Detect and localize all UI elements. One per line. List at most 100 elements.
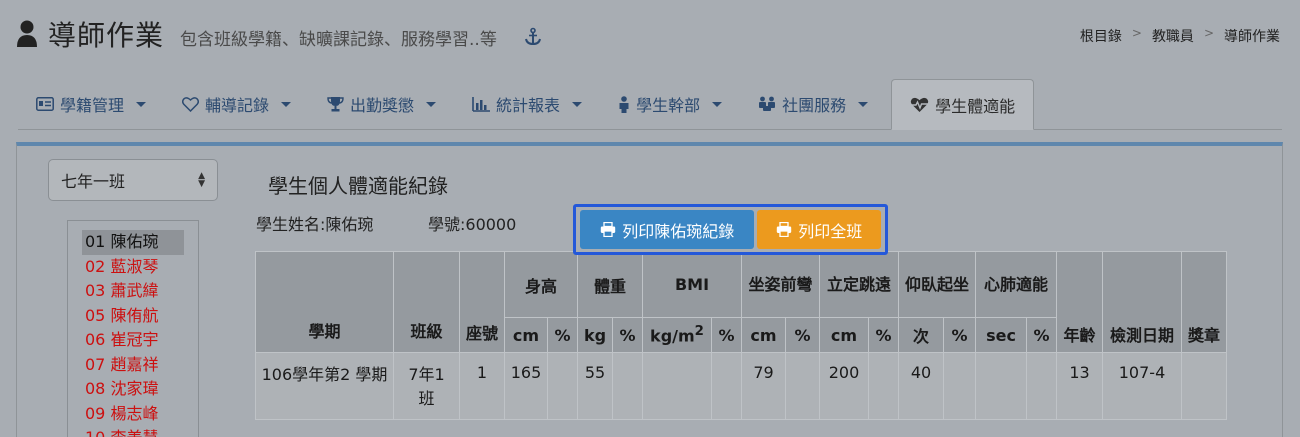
cell-bmi [642,352,712,420]
class-select[interactable]: 七年一班 ▲ ▼ [48,159,218,201]
unit-percent: % [1026,317,1057,353]
table-row: 106學年第2 學期 7年1班 1 165 55 79 200 40 13 10… [255,352,1227,420]
cell-height: 165 [504,352,548,420]
breadcrumb-root[interactable]: 根目錄 [1080,26,1122,46]
tab-label: 學籍管理 [60,96,125,115]
unit-percent: % [711,317,742,353]
unit-bmi-base: kg/m [650,326,695,346]
col-bmi: BMI [642,251,742,318]
class-select-value: 七年一班 [61,172,126,191]
col-seat: 座號 [459,251,505,353]
caret-down-icon [858,101,869,107]
cell-age: 13 [1056,352,1103,420]
col-age: 年齡 [1056,251,1103,353]
col-class: 班級 [393,251,460,353]
page-title: 導師作業 [48,19,165,52]
print-class-label: 列印全班 [798,221,863,241]
tab-clubs[interactable]: 社團服務 [740,79,886,129]
anchor-icon[interactable] [523,27,543,47]
list-item[interactable]: 05 陳侑航 [82,304,184,329]
tab-label: 出勤獎懲 [350,96,415,115]
col-medal: 獎章 [1181,251,1227,353]
page-header: 導師作業 包含班級學籍、缺曠課記錄、服務學習..等 [16,14,543,54]
list-item[interactable]: 10 李美慧 [82,426,184,437]
tab-attendance[interactable]: 出勤獎懲 [309,79,454,129]
tab-label: 輔導記錄 [205,96,270,115]
tab-fitness[interactable]: 學生體適能 [891,79,1035,130]
caret-down-icon [572,101,583,107]
cell-weight: 55 [577,352,613,420]
cell-medal [1181,352,1227,420]
trophy-icon [327,97,344,112]
unit-cm: cm [819,317,869,353]
unit-percent: % [547,317,578,353]
col-long-jump: 立定跳遠 [819,251,899,318]
print-icon [601,222,616,237]
print-button-group: 列印陳佑琬紀錄 列印全班 [573,204,888,255]
page-subtitle: 包含班級學籍、缺曠課記錄、服務學習..等 [180,29,497,50]
caret-down-icon [426,101,437,107]
list-item[interactable]: 03 蕭武緯 [82,279,184,304]
col-height: 身高 [504,251,578,318]
print-student-label: 列印陳佑琬紀錄 [622,221,735,241]
print-student-button[interactable]: 列印陳佑琬紀錄 [580,210,755,249]
col-cardio: 心肺適能 [975,251,1057,318]
cell-term: 106學年第2 學期 [255,352,394,420]
unit-kg: kg [577,317,613,353]
col-weight: 體重 [577,251,643,318]
col-test-date: 檢測日期 [1102,251,1182,353]
tab-statistics[interactable]: 統計報表 [454,79,600,129]
list-item[interactable]: 06 崔冠宇 [82,328,184,353]
id-card-icon [36,97,54,111]
unit-percent: % [868,317,899,353]
unit-bmi: kg/m2 [642,317,712,353]
caret-down-icon [281,101,292,107]
unit-cm: cm [741,317,786,353]
print-class-button[interactable]: 列印全班 [757,210,881,249]
unit-percent: % [612,317,643,353]
student-name: 學生姓名:陳佑琬 [256,215,374,234]
cell-class: 7年1班 [393,352,460,420]
caret-down-icon [712,101,723,107]
unit-times: 次 [898,317,944,353]
list-item[interactable]: 07 趙嘉祥 [82,353,184,378]
student-number: 學號:60000 [428,215,517,234]
tab-counseling[interactable]: 輔導記錄 [164,79,309,129]
list-item[interactable]: 09 楊志峰 [82,402,184,427]
person-badge-icon [619,95,629,113]
unit-cm: cm [504,317,548,353]
list-item[interactable]: 08 沈家瑋 [82,377,184,402]
heartbeat-icon [910,97,929,112]
bar-chart-icon [472,96,491,112]
tab-label: 統計報表 [496,96,561,115]
breadcrumb-current: 導師作業 [1224,29,1280,45]
cell-long-jump: 200 [819,352,869,420]
col-term: 學期 [255,251,394,353]
breadcrumb-staff[interactable]: 教職員 [1152,26,1194,46]
tab-cadres[interactable]: 學生幹部 [600,79,740,129]
cell-cardio-pct [1026,352,1057,420]
cell-cardio [975,352,1027,420]
student-list[interactable]: 01 陳佑琬 02 藍淑琴 03 蕭武緯 05 陳侑航 06 崔冠宇 07 趙嘉… [67,220,199,437]
tab-label: 學生體適能 [935,96,1016,116]
nav-tabs: 學籍管理 輔導記錄 出勤獎懲 統計報表 學生幹部 社團服務 學生體適能 [18,79,1282,130]
cell-sit-reach: 79 [741,352,786,420]
list-item[interactable]: 02 藍淑琴 [82,255,184,280]
print-icon [777,222,792,237]
cell-long-jump-pct [868,352,899,420]
col-sit-reach: 坐姿前彎 [741,251,820,318]
cell-seat: 1 [459,352,505,420]
cell-bmi-pct [711,352,742,420]
tab-label: 社團服務 [782,96,847,115]
caret-down-icon [136,101,147,107]
user-icon [17,20,37,47]
cell-sit-ups-pct [943,352,976,420]
tab-student-records[interactable]: 學籍管理 [18,79,164,129]
tab-label: 學生幹部 [636,96,701,115]
list-item[interactable]: 01 陳佑琬 [82,230,184,255]
breadcrumb: 根目錄 > 教職員 > 導師作業 [1080,26,1280,46]
breadcrumb-sep: > [1131,26,1142,40]
unit-bmi-exp: 2 [694,324,704,340]
unit-percent: % [943,317,976,353]
heart-outline-icon [182,96,200,112]
